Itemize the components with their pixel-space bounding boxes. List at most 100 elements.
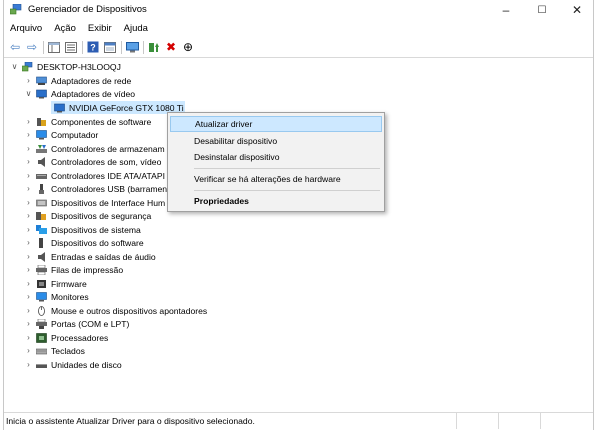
- tree-root[interactable]: ∨ DESKTOP-H3LOOQJ: [10, 60, 121, 73]
- chevron-right-icon[interactable]: ›: [24, 360, 33, 369]
- chevron-right-icon[interactable]: ›: [24, 198, 33, 207]
- update-driver-icon[interactable]: [147, 40, 161, 54]
- audio-io-icon: [38, 251, 45, 262]
- security-device-icon: [36, 211, 46, 220]
- tree-item-gpu[interactable]: NVIDIA GeForce GTX 1080 Ti: [51, 101, 185, 114]
- menu-bar: Arquivo Ação Exibir Ajuda: [4, 21, 593, 37]
- chevron-right-icon[interactable]: ›: [24, 306, 33, 315]
- tree-item-usb[interactable]: › Controladores USB (barramen: [24, 182, 167, 195]
- tree-item-hid[interactable]: › Dispositivos de Interface Hum: [24, 196, 165, 209]
- tree-label-firmware: Firmware: [51, 278, 87, 289]
- back-icon[interactable]: ⇦: [8, 40, 22, 54]
- status-text: Inicia o assistente Atualizar Driver par…: [6, 416, 255, 426]
- menu-item-properties[interactable]: Propriedades: [170, 193, 382, 209]
- chevron-down-icon[interactable]: ∨: [10, 62, 19, 71]
- enable-device-icon[interactable]: ⊕: [181, 40, 195, 54]
- tree-item-software-devices[interactable]: › Dispositivos do software: [24, 236, 144, 249]
- chevron-right-icon[interactable]: ›: [24, 211, 33, 220]
- firmware-icon: [37, 279, 46, 288]
- display-adapter-icon: [54, 103, 65, 112]
- tree-item-software-components[interactable]: › Componentes de software: [24, 115, 151, 128]
- close-button[interactable]: ✕: [560, 0, 594, 20]
- tree-label-security: Dispositivos de segurança: [51, 210, 152, 221]
- chevron-right-icon[interactable]: ›: [24, 225, 33, 234]
- chevron-right-icon[interactable]: ›: [24, 292, 33, 301]
- tree-item-computer[interactable]: › Computador: [24, 128, 98, 141]
- chevron-right-icon[interactable]: ›: [24, 238, 33, 247]
- status-cell: [498, 413, 499, 429]
- tree-item-processors[interactable]: › Processadores: [24, 331, 108, 344]
- menu-exibir[interactable]: Exibir: [82, 21, 118, 37]
- tree-item-ide[interactable]: › Controladores IDE ATA/ATAPI: [24, 169, 165, 182]
- tree-label-audio: Controladores de som, vídeo: [51, 156, 162, 167]
- chevron-right-icon[interactable]: ›: [24, 76, 33, 85]
- tree-label-computer: Computador: [51, 129, 99, 140]
- tree-item-security[interactable]: › Dispositivos de segurança: [24, 209, 151, 222]
- menu-item-scan-hardware[interactable]: Verificar se há alterações de hardware: [170, 171, 382, 187]
- show-hide-tree-icon[interactable]: [47, 40, 61, 54]
- chevron-right-icon[interactable]: ›: [24, 171, 33, 180]
- menu-item-uninstall-device[interactable]: Desinstalar dispositivo: [170, 149, 382, 165]
- chevron-right-icon[interactable]: ›: [24, 279, 33, 288]
- monitor-scan-icon[interactable]: [125, 40, 139, 54]
- chevron-right-icon[interactable]: ›: [24, 184, 33, 193]
- help-icon[interactable]: ?: [86, 40, 100, 54]
- tree-item-monitors[interactable]: › Monitores: [24, 290, 89, 303]
- toolbar: ⇦ ⇨ ? ✖ ⊕: [4, 38, 593, 56]
- tree-item-audio-io[interactable]: › Entradas e saídas de áudio: [24, 250, 156, 263]
- menu-separator: [194, 168, 380, 169]
- software-device-icon: [39, 237, 43, 248]
- window-title: Gerenciador de Dispositivos: [28, 4, 147, 15]
- tree-label-storage: Controladores de armazenam: [51, 143, 165, 154]
- tree-item-audio[interactable]: › Controladores de som, vídeo: [24, 155, 161, 168]
- forward-icon[interactable]: ⇨: [25, 40, 39, 54]
- tree-item-video[interactable]: ∨ Adaptadores de vídeo: [24, 87, 136, 100]
- monitor-icon: [36, 291, 47, 301]
- tree-item-system[interactable]: › Dispositivos de sistema: [24, 223, 141, 236]
- chevron-down-icon[interactable]: ∨: [24, 89, 33, 98]
- device-tree: ∨ DESKTOP-H3LOOQJ › Adaptadores de rede …: [4, 58, 593, 411]
- tree-item-mice[interactable]: › Mouse e outros dispositivos apontadore…: [24, 304, 207, 317]
- tree-label-gpu: NVIDIA GeForce GTX 1080 Ti: [69, 102, 184, 113]
- tree-label-audio-io: Entradas e saídas de áudio: [51, 251, 156, 262]
- svg-text:?: ?: [90, 43, 96, 53]
- chevron-right-icon[interactable]: ›: [24, 333, 33, 342]
- tree-item-disks[interactable]: › Unidades de disco: [24, 358, 122, 371]
- toolbar-separator: [82, 40, 83, 54]
- tree-item-storage[interactable]: › Controladores de armazenam: [24, 142, 165, 155]
- tree-item-firmware[interactable]: › Firmware: [24, 277, 87, 290]
- keyboard-icon: [36, 348, 47, 354]
- chevron-right-icon[interactable]: ›: [24, 157, 33, 166]
- minimize-button[interactable]: –: [489, 0, 523, 20]
- tree-item-ports[interactable]: › Portas (COM e LPT): [24, 317, 129, 330]
- software-component-icon: [37, 117, 46, 126]
- tree-item-network[interactable]: › Adaptadores de rede: [24, 74, 131, 87]
- uninstall-device-icon[interactable]: ✖: [164, 40, 178, 54]
- tree-label-ide: Controladores IDE ATA/ATAPI: [51, 170, 165, 181]
- maximize-button[interactable]: ☐: [525, 0, 559, 20]
- menu-item-update-driver[interactable]: Atualizar driver: [170, 116, 382, 132]
- chevron-right-icon[interactable]: ›: [24, 252, 33, 261]
- chevron-right-icon[interactable]: ›: [24, 265, 33, 274]
- properties-view-icon[interactable]: [64, 40, 78, 54]
- usb-controller-icon: [39, 183, 44, 194]
- menu-arquivo[interactable]: Arquivo: [4, 21, 48, 37]
- chevron-right-icon[interactable]: ›: [24, 346, 33, 355]
- context-menu: Atualizar driver Desabilitar dispositivo…: [167, 112, 385, 212]
- chevron-right-icon[interactable]: ›: [24, 130, 33, 139]
- menu-acao[interactable]: Ação: [48, 21, 82, 37]
- update-driver-label: Atualizar driver: [195, 119, 253, 129]
- resources-view-icon[interactable]: [103, 40, 117, 54]
- menu-ajuda[interactable]: Ajuda: [118, 21, 154, 37]
- chevron-right-icon[interactable]: ›: [24, 117, 33, 126]
- device-manager-icon: [10, 4, 22, 15]
- menu-item-disable-device[interactable]: Desabilitar dispositivo: [170, 133, 382, 149]
- chevron-right-icon[interactable]: ›: [24, 144, 33, 153]
- tree-item-keyboards[interactable]: › Teclados: [24, 344, 85, 357]
- status-cell: [540, 413, 541, 429]
- chevron-right-icon[interactable]: ›: [24, 319, 33, 328]
- tree-label-usb: Controladores USB (barramen: [51, 183, 168, 194]
- port-icon: [36, 318, 47, 329]
- tree-item-print-queues[interactable]: › Filas de impressão: [24, 263, 123, 276]
- tree-label-monitors: Monitores: [51, 291, 89, 302]
